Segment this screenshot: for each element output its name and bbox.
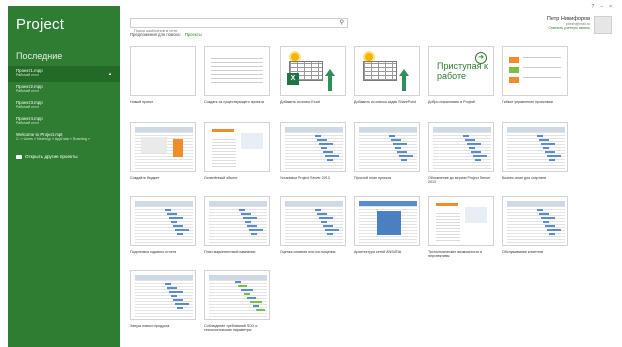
template-tile[interactable]: X Добавить из книги Excel [280, 46, 346, 110]
recent-heading: Последние [16, 51, 63, 61]
close-button[interactable]: × [609, 4, 612, 10]
template-tile[interactable]: Оценка слияния или поглощения [280, 196, 346, 260]
welcome-thumb-text: Приступая к работе [437, 61, 488, 81]
template-tile[interactable]: Новый проект [130, 46, 196, 110]
template-thumbnail [502, 46, 568, 96]
recent-list: Проект1.mpp Рабочий стол ▲ Проект2.mpp Рабоч… [8, 66, 120, 146]
template-thumbnail [502, 122, 568, 172]
template-thumbnail: X [280, 46, 346, 96]
template-tile[interactable]: План маркетинговой кампании [204, 196, 270, 260]
switch-account-link[interactable]: Сменить учетную запись [547, 26, 590, 30]
template-caption: Архитектура сетей ANSI/EIA [354, 250, 402, 254]
template-caption: Добавить из книги Excel [280, 100, 321, 104]
account-info[interactable]: Петр Никифоров pnezh@mail.ru Сменить уче… [547, 16, 590, 30]
template-caption: Обслуживание клиентов [502, 250, 544, 254]
recent-item[interactable]: Проект4.mpp Рабочий стол [8, 114, 120, 130]
template-tile[interactable]: Бизнес-план для стартапа [502, 122, 568, 186]
template-caption: Оценка слияния или поглощения [280, 250, 336, 254]
folder-icon [16, 154, 22, 159]
template-tile[interactable]: Оспенённый объект [204, 122, 270, 186]
template-tile[interactable]: Запуск нового продукта [130, 270, 196, 334]
template-thumbnail [130, 270, 196, 320]
open-other-label: Открыть другие проекты [25, 154, 78, 159]
template-tile[interactable]: Добавить из списка задач SharePoint [354, 46, 420, 110]
template-tile[interactable]: Соблюдение требований SOX и технологичес… [204, 270, 270, 334]
template-thumbnail [204, 46, 270, 96]
search-icon[interactable]: ⚲ [340, 19, 344, 26]
template-tile[interactable]: Технологические возможности и перспектив… [428, 196, 494, 260]
arrow-up-icon [399, 69, 409, 91]
open-other-projects-button[interactable]: Открыть другие проекты [16, 154, 78, 159]
template-caption: Добавить из списка задач SharePoint [354, 100, 417, 104]
suggestion-link[interactable]: Проекты [185, 32, 202, 37]
template-thumbnail [280, 196, 346, 246]
backstage-sidebar: Project Последние Проект1.mpp Рабочий сто… [8, 6, 120, 347]
template-caption: План маркетинговой кампании [204, 250, 256, 254]
template-caption: Обновление до версии Project Server 2013 [428, 176, 491, 185]
minimize-button[interactable]: – [600, 4, 603, 10]
template-thumbnail [130, 196, 196, 246]
template-tile[interactable]: Обновление до версии Project Server 2013 [428, 122, 494, 186]
template-caption: Гибкое управление проектами [502, 100, 553, 104]
template-caption: Создайте бюджет [130, 176, 160, 180]
template-thumbnail [204, 196, 270, 246]
template-thumbnail [280, 122, 346, 172]
template-caption: Подготовка годового отчета [130, 250, 177, 254]
template-tile[interactable]: Подготовка годового отчета [130, 196, 196, 260]
recent-item[interactable]: Welcome to Project.mpt C: » Users » Nezhn… [8, 130, 120, 146]
help-button[interactable]: ? [592, 4, 595, 10]
template-thumbnail: ➜ Приступая к работе [428, 46, 494, 96]
template-caption: Соблюдение требований SOX и технологичес… [204, 324, 258, 333]
template-thumbnail [354, 196, 420, 246]
template-search: ⚲ [130, 18, 348, 35]
template-tile[interactable]: Обслуживание клиентов [502, 196, 568, 260]
excel-icon: X [287, 73, 299, 85]
recent-item-path: Рабочий стол [16, 73, 39, 77]
search-suggestions: Предложения для поиска: Проекты [130, 32, 202, 37]
recent-item-path: Рабочий стол [16, 105, 39, 109]
recent-item-path: C: » Users » Nezhnyy » AppData » Roaming… [16, 137, 91, 141]
recent-item[interactable]: Проект1.mpp Рабочий стол ▲ [8, 66, 120, 82]
template-caption: Создать из существующего проекта [204, 100, 264, 104]
template-tile[interactable]: Архитектура сетей ANSI/EIA [354, 196, 420, 260]
template-thumbnail [428, 122, 494, 172]
template-caption: Оспенённый объект [204, 176, 238, 180]
template-thumbnail [502, 196, 568, 246]
template-tile[interactable]: Установка Project Server 2013 [280, 122, 346, 186]
recent-item-path: Рабочий стол [16, 89, 39, 93]
template-thumbnail [204, 270, 270, 320]
avatar[interactable] [594, 16, 612, 34]
pin-icon[interactable]: ▲ [108, 71, 112, 76]
template-caption: Установка Project Server 2013 [280, 176, 330, 180]
template-caption: Технологические возможности и перспектив… [428, 250, 483, 259]
recent-item[interactable]: Проект3.mpp Рабочий стол [8, 98, 120, 114]
template-tile[interactable]: Создайте бюджет [130, 122, 196, 186]
suggest-label: Предложения для поиска: [130, 32, 181, 37]
template-tile[interactable]: Создать из существующего проекта [204, 46, 270, 110]
template-thumbnail [354, 46, 420, 96]
template-tile[interactable]: Гибкое управление проектами [502, 46, 568, 110]
template-caption: Бизнес-план для стартапа [502, 176, 547, 180]
template-thumbnail [130, 122, 196, 172]
template-thumbnail [428, 196, 494, 246]
recent-item-path: Рабочий стол [16, 121, 39, 125]
template-caption: Простой план проекта [354, 176, 392, 180]
window-controls: ? – × [592, 4, 612, 10]
app-title: Project [16, 16, 65, 33]
arrow-up-icon [325, 69, 335, 91]
template-thumbnail [130, 46, 196, 96]
template-thumbnail [354, 122, 420, 172]
template-thumbnail [204, 122, 270, 172]
recent-item[interactable]: Проект2.mpp Рабочий стол [8, 82, 120, 98]
template-caption: Добро пожаловать в Project! [428, 100, 476, 104]
template-tile[interactable]: Простой план проекта [354, 122, 420, 186]
template-caption: Новый проект [130, 100, 154, 104]
template-tile[interactable]: ➜ Приступая к работе Добро пожаловать в Pr… [428, 46, 494, 110]
template-caption: Запуск нового продукта [130, 324, 170, 328]
